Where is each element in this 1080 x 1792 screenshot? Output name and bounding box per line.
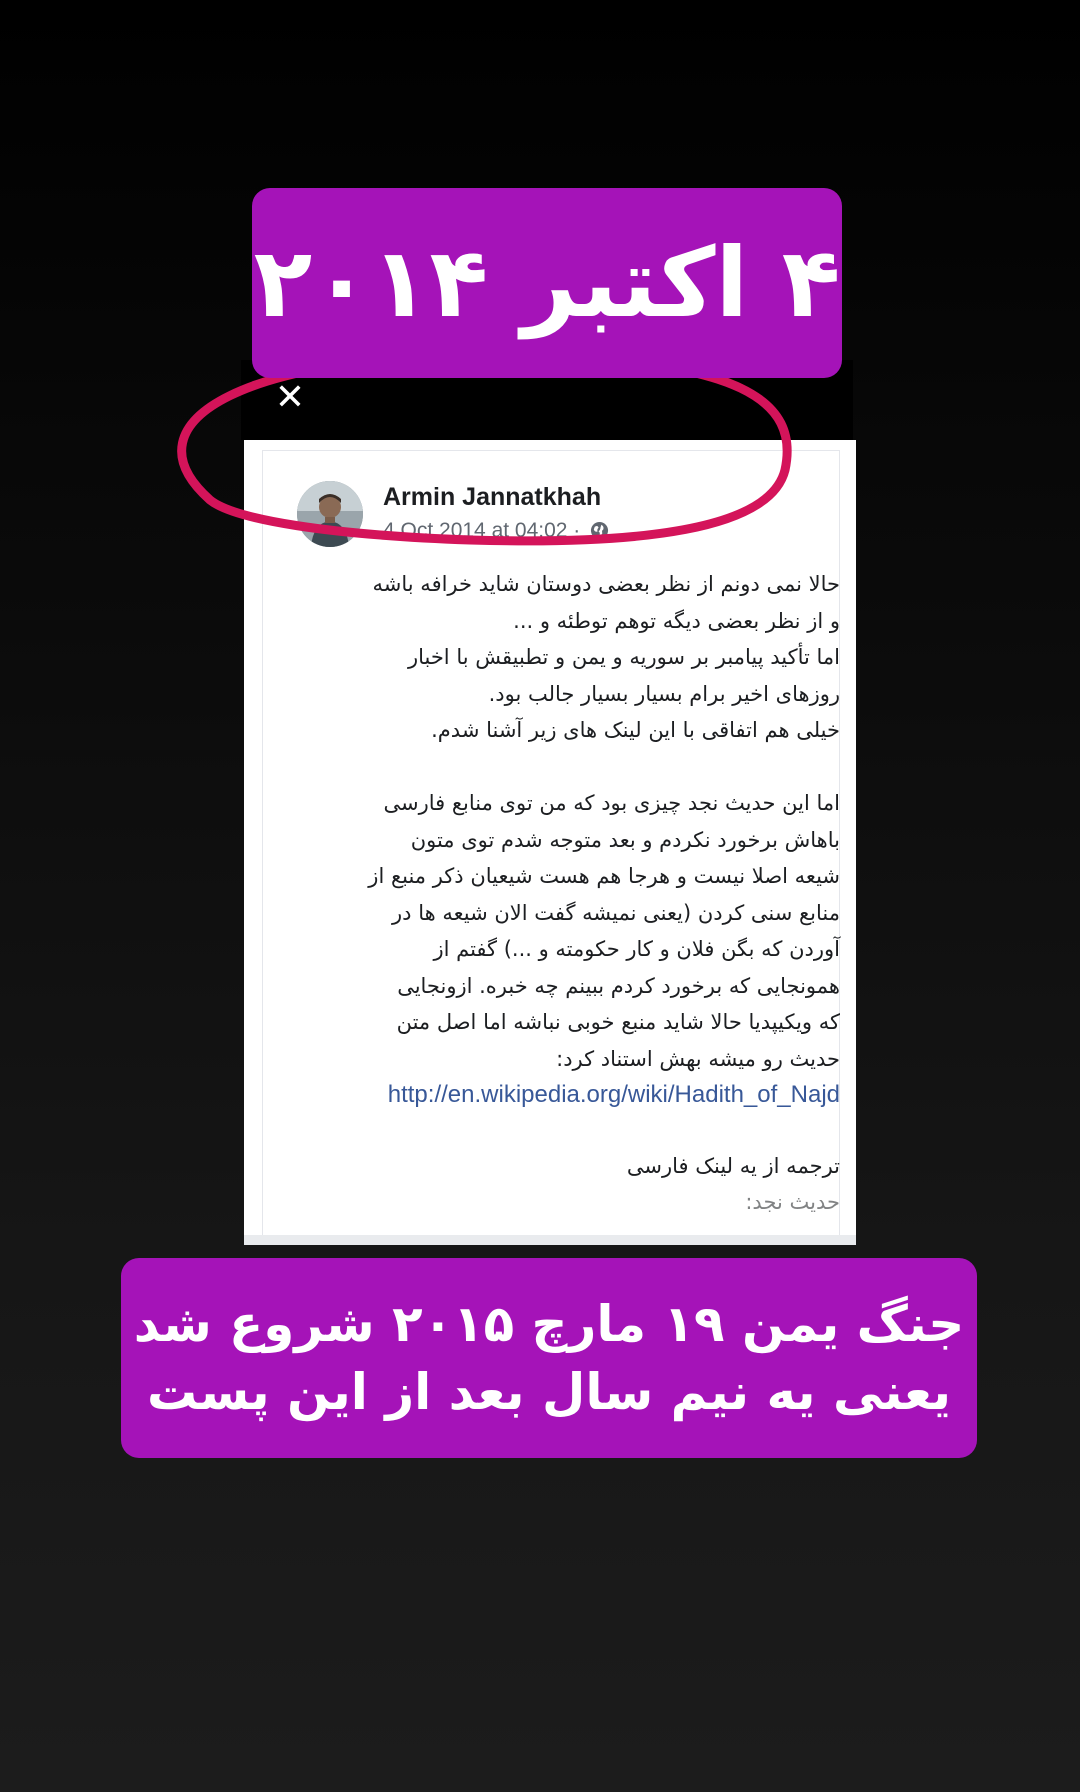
date-label: ۴ اکتبر ۲۰۱۴ — [252, 188, 842, 378]
post-timestamp: 4 Oct 2014 at 04:02 · — [383, 519, 609, 546]
post-line: ترجمه از یه لینک فارسی — [626, 1153, 840, 1178]
caption-label: جنگ یمن ۱۹ مارچ ۲۰۱۵ شروع شد یعنی یه نیم… — [121, 1258, 977, 1458]
post-card: Armin Jannatkhah 4 Oct 2014 at 04:02 · ح… — [262, 450, 840, 1245]
post-line: و از نظر بعضی دیگه توهم توطئه و ... — [513, 608, 840, 633]
post-line: حدیث رو میشه بهش استناد کرد: — [556, 1046, 840, 1071]
post-body: حالا نمی دونم از نظر بعضی دوستان شاید خر… — [299, 566, 840, 1221]
post-bottom-edge — [244, 1235, 856, 1245]
post-line: اما تأکید پیامبر بر سوریه و یمن و تطبیقش… — [407, 645, 840, 669]
timestamp-text[interactable]: 4 Oct 2014 at 04:02 · — [383, 519, 580, 542]
caption-line: یعنی یه نیم سال بعد از این پست — [147, 1363, 951, 1421]
close-icon[interactable]: ✕ — [272, 380, 308, 416]
wikipedia-link[interactable]: http://en.wikipedia.org/wiki/Hadith_of_N… — [299, 1077, 840, 1114]
avatar[interactable] — [297, 481, 363, 547]
author-name[interactable]: Armin Jannatkhah — [383, 483, 601, 512]
post-line: که ویکیپدیا حالا شاید منبع خوبی نباشه ام… — [396, 1010, 840, 1034]
post-line: حدیث نجد: — [745, 1190, 840, 1214]
caption-line: جنگ یمن ۱۹ مارچ ۲۰۱۵ شروع شد — [133, 1295, 965, 1353]
post-line: منابع سنی کردن (یعنی نمیشه گفت الان شیعه… — [392, 900, 840, 925]
facebook-post-panel: Armin Jannatkhah 4 Oct 2014 at 04:02 · ح… — [244, 440, 856, 1245]
post-line: خیلی هم اتفاقی با این لینک های زیر آشنا … — [431, 718, 840, 742]
post-line: اما این حدیث نجد چیزی بود که من توی مناب… — [383, 791, 840, 815]
post-line: حالا نمی دونم از نظر بعضی دوستان شاید خر… — [372, 572, 840, 596]
post-line: همونجایی که برخورد کردم ببینم چه خبره. ا… — [397, 973, 840, 998]
post-line: روزهای اخیر برام بسیار بسیار جالب بود. — [488, 681, 840, 706]
post-line: شیعه اصلا نیست و هرجا هم هست شیعیان ذکر … — [368, 864, 840, 888]
globe-icon[interactable] — [590, 521, 609, 546]
post-line: باهاش برخورد نکردم و بعد متوجه شدم توی م… — [410, 827, 840, 852]
post-line: آوردن که بگن فلان و کار حکومته و ...) گف… — [433, 937, 840, 961]
